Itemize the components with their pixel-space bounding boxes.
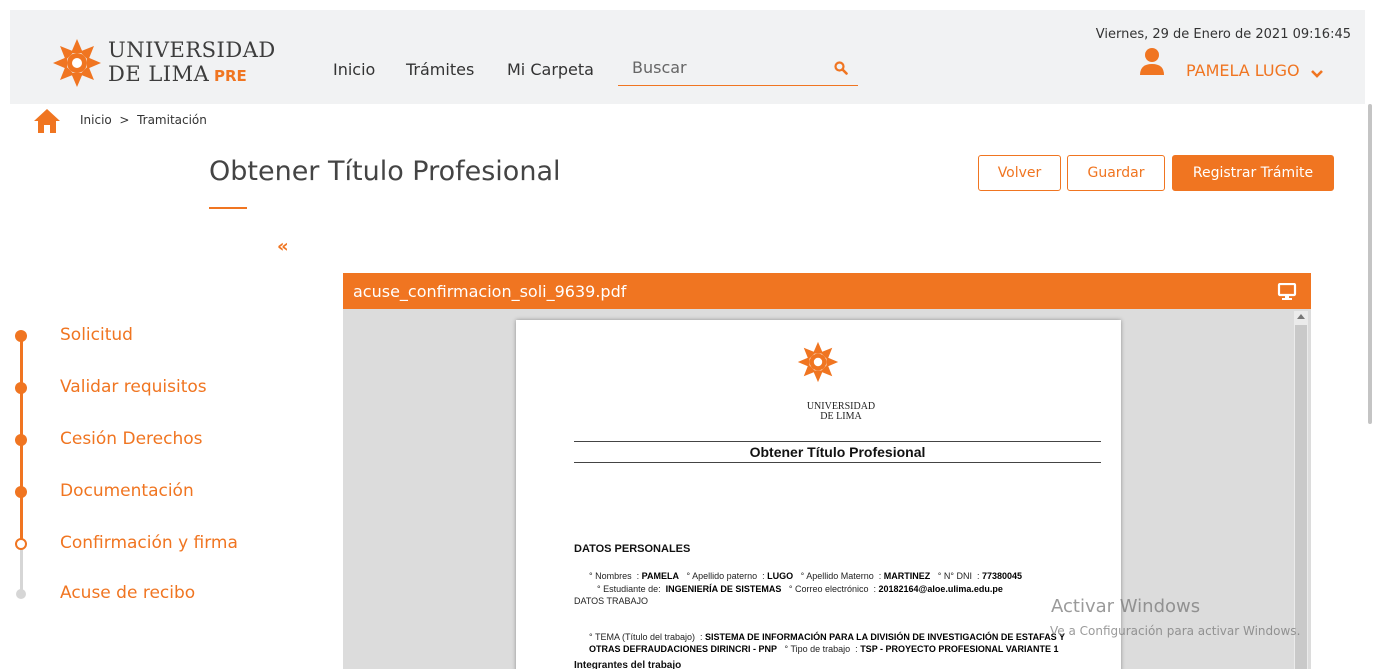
user-icon — [1139, 47, 1165, 81]
pdf-university-name: UNIVERSIDAD DE LIMA — [516, 402, 1166, 422]
scroll-up-icon[interactable] — [1297, 314, 1305, 319]
page-title: Obtener Título Profesional — [209, 156, 561, 187]
field-value: TSP - PROYECTO PROFESIONAL VARIANTE 1 — [860, 644, 1059, 654]
step-label: Solicitud — [60, 325, 133, 345]
windows-watermark-text: Ve a Configuración para activar Windows. — [1050, 624, 1301, 638]
step-confirmacion-firma[interactable]: Confirmación y firma — [10, 528, 290, 558]
logo-tag: PRE — [214, 67, 247, 85]
save-button[interactable]: Guardar — [1067, 155, 1165, 191]
page-scrollbar[interactable] — [1366, 0, 1374, 669]
step-label: Confirmación y firma — [60, 533, 238, 553]
step-acuse-recibo[interactable]: Acuse de recibo — [10, 578, 290, 608]
search-input[interactable] — [632, 58, 832, 77]
pdf-title: Obtener Título Profesional — [749, 444, 926, 460]
pdf-logo-icon — [797, 341, 839, 388]
step-label: Validar requisitos — [60, 377, 207, 397]
pdf-divider — [574, 441, 1101, 442]
nav-tramites[interactable]: Trámites — [406, 60, 474, 79]
pdf-page: UNIVERSIDAD DE LIMA Obtener Título Profe… — [516, 320, 1121, 669]
field-value: 20182164@aloe.ulima.edu.pe — [878, 584, 1003, 594]
windows-watermark-title: Activar Windows — [1051, 596, 1201, 617]
top-header: UNIVERSIDAD DE LIMA PRE Inicio Trámites … — [10, 10, 1365, 104]
step-dot — [15, 486, 27, 498]
pdf-section-members: Integrantes del trabajo — [574, 660, 682, 669]
logo-line1: UNIVERSIDAD — [108, 38, 276, 62]
step-progress: Solicitud Validar requisitos Cesión Dere… — [10, 320, 290, 620]
search-box — [618, 50, 858, 86]
pdf-divider — [574, 462, 1101, 463]
step-validar-requisitos[interactable]: Validar requisitos — [10, 372, 290, 402]
step-dot-pending — [16, 589, 26, 599]
nav-inicio[interactable]: Inicio — [333, 60, 375, 79]
field-value: OTRAS DEFRAUDACIONES DIRINCRI - PNP — [589, 644, 778, 654]
pdf-viewer-toolbar: acuse_confirmacion_soli_9639.pdf — [343, 273, 1311, 309]
field-label: ° Tipo de trabajo : — [777, 644, 861, 654]
step-dot — [15, 330, 27, 342]
pdf-section-work: DATOS TRABAJO — [574, 596, 649, 606]
user-name: PAMELA LUGO — [1186, 61, 1300, 80]
step-label: Acuse de recibo — [60, 583, 196, 603]
pdf-filename: acuse_confirmacion_soli_9639.pdf — [353, 282, 627, 301]
search-icon[interactable] — [834, 60, 848, 79]
step-documentacion[interactable]: Documentación — [10, 476, 290, 506]
monitor-icon[interactable] — [1277, 282, 1297, 305]
back-button[interactable]: Volver — [978, 155, 1061, 191]
nav-mi-carpeta[interactable]: Mi Carpeta — [507, 60, 594, 79]
university-logo[interactable]: UNIVERSIDAD DE LIMA PRE — [52, 38, 275, 88]
field-label: ° Correo electrónico : — [781, 584, 879, 594]
chevron-down-icon[interactable] — [1310, 64, 1324, 83]
home-icon[interactable] — [33, 108, 61, 138]
field-value: INGENIERÍA DE SISTEMAS — [665, 584, 782, 594]
field-label: ° Estudiante de: — [597, 584, 666, 594]
pdf-logo-line2: DE LIMA — [820, 411, 862, 422]
page-scrollbar-thumb[interactable] — [1368, 104, 1372, 424]
step-solicitud[interactable]: Solicitud — [10, 320, 290, 350]
step-dot-current — [15, 538, 27, 550]
collapse-sidebar-icon[interactable]: « — [277, 236, 289, 257]
step-cesion-derechos[interactable]: Cesión Derechos — [10, 424, 290, 454]
step-dot — [15, 434, 27, 446]
register-button[interactable]: Registrar Trámite — [1172, 155, 1334, 191]
pdf-scrollbar-thumb[interactable] — [1295, 325, 1307, 669]
step-dot — [15, 382, 27, 394]
step-label: Cesión Derechos — [60, 429, 203, 449]
logo-line2: DE LIMA — [108, 62, 210, 86]
logo-star-icon — [53, 39, 101, 87]
current-datetime: Viernes, 29 de Enero de 2021 09:16:45 — [1095, 27, 1351, 42]
title-underline — [209, 207, 247, 209]
pdf-section-personal: DATOS PERSONALES — [574, 543, 691, 555]
pdf-scrollbar[interactable] — [1294, 311, 1308, 669]
breadcrumb-text[interactable]: Inicio > Tramitación — [80, 113, 207, 127]
step-label: Documentación — [60, 481, 194, 501]
